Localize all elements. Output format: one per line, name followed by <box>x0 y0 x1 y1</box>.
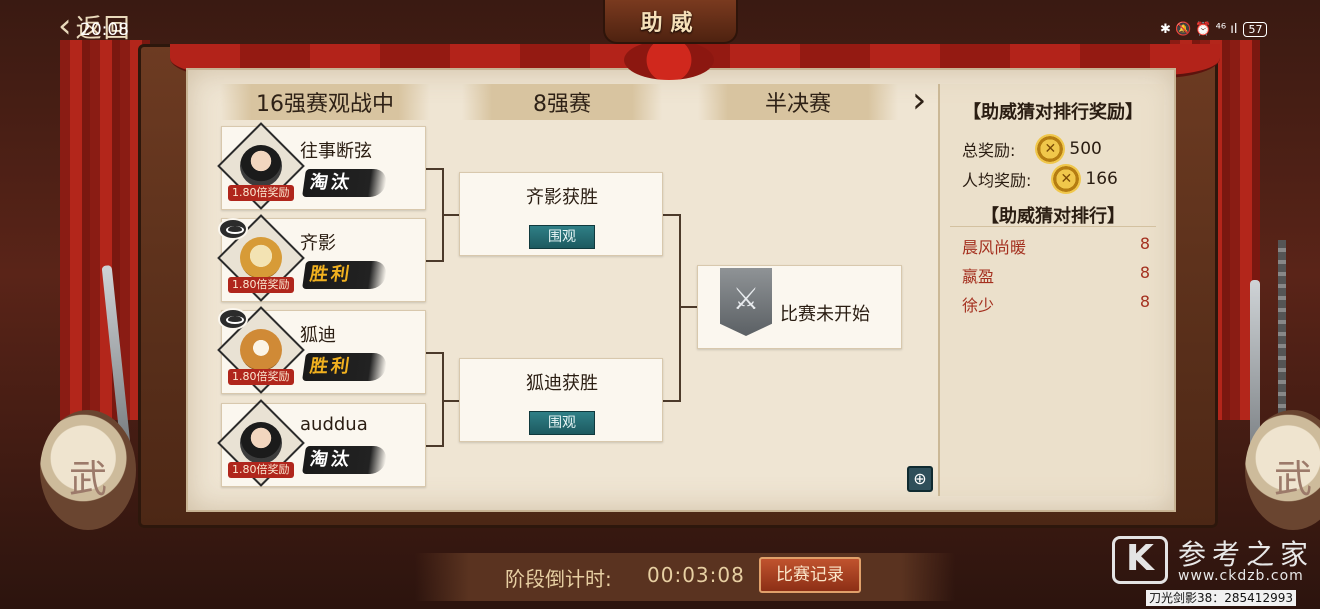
eliminated-stamp: 淘汰 <box>302 169 388 197</box>
ranking-name: 徐少 <box>962 296 995 315</box>
ranking-name: 嬴盈 <box>962 267 995 286</box>
watermark-url: www.ckdzb.com <box>1178 568 1304 584</box>
reward-multiplier-badge: 1.80倍奖励 <box>228 277 294 293</box>
avg-reward-label: 人均奖励: <box>962 171 1032 190</box>
watch-button[interactable]: 围观 <box>529 225 595 249</box>
player-card[interactable]: 1.80倍奖励 狐迪 胜利 <box>217 306 426 394</box>
zoom-in-icon[interactable]: ⊕ <box>907 466 933 492</box>
crossed-swords-icon: ⚔ <box>720 268 772 336</box>
cheer-badge-icon <box>218 308 248 330</box>
silk-flower-decoration <box>624 40 714 80</box>
drum-left: 武 <box>40 410 136 530</box>
victory-stamp: 胜利 <box>302 261 388 289</box>
status-icons: ✱ 🔕 ⏰ ⁴⁶ ıl 57 <box>1160 22 1268 37</box>
chevron-left-icon: ‹ <box>58 6 72 46</box>
match-card: 狐迪获胜 围观 <box>459 358 663 442</box>
bracket-line <box>442 400 460 402</box>
watermark-caption: 刀光剑影38：285412993 <box>1146 590 1296 606</box>
player-card[interactable]: 1.80倍奖励 往事断弦 淘汰 <box>217 122 426 210</box>
reward-multiplier-badge: 1.80倍奖励 <box>228 369 294 385</box>
match-result: 齐影获胜 <box>526 187 598 208</box>
countdown-timer: 00:03:08 <box>647 563 745 587</box>
reward-panel: 【助威猜对排行奖励】 总奖励: ✕ 500 人均奖励: ✕ 166 【助威猜对排… <box>938 84 1164 496</box>
match-card: 齐影获胜 围观 <box>459 172 663 256</box>
watch-button[interactable]: 围观 <box>529 411 595 435</box>
halberd-decoration <box>1278 240 1286 430</box>
round-header-16[interactable]: 16强赛观战中 <box>220 84 430 120</box>
divider <box>950 226 1156 227</box>
curtain-left <box>60 40 150 420</box>
ranking-name: 晨风尚暖 <box>962 238 1027 257</box>
ranking-score: 8 <box>1139 292 1150 311</box>
bracket-line <box>442 214 460 216</box>
ranking-row: 嬴盈 8 <box>962 263 1150 287</box>
ranking-score: 8 <box>1139 234 1150 253</box>
watermark-title: 参考之家 <box>1178 538 1315 571</box>
bracket-line <box>679 214 681 402</box>
bracket-line <box>679 306 697 308</box>
drum-glyph: 武 <box>1273 457 1312 501</box>
watermark-logo: K <box>1112 536 1168 584</box>
ranking-row: 徐少 8 <box>962 292 1150 316</box>
player-name: 往事断弦 <box>300 141 372 162</box>
reward-multiplier-badge: 1.80倍奖励 <box>228 185 294 201</box>
ranking-row: 晨风尚暖 8 <box>962 234 1150 258</box>
chevron-right-icon[interactable]: › <box>912 80 926 121</box>
avg-reward-value: 166 <box>1085 169 1118 189</box>
round-header-8[interactable]: 8强赛 <box>462 84 662 120</box>
semifinal-card: ⚔ 比赛未开始 <box>697 265 902 349</box>
drum-glyph: 武 <box>68 457 107 501</box>
match-record-button[interactable]: 比赛记录 <box>759 557 861 593</box>
page-title: 助威 <box>640 10 701 36</box>
victory-stamp: 胜利 <box>302 353 388 381</box>
signal-icons: ✱ 🔕 ⏰ ⁴⁶ ıl <box>1160 22 1238 37</box>
round-header-semifinal[interactable]: 半决赛 <box>698 84 898 120</box>
player-card[interactable]: 1.80倍奖励 齐影 胜利 <box>217 214 426 302</box>
player-card[interactable]: 1.80倍奖励 auddua 淘汰 <box>217 399 426 487</box>
match-result: 狐迪获胜 <box>526 373 598 394</box>
reward-multiplier-badge: 1.80倍奖励 <box>228 462 294 478</box>
total-reward-value: 500 <box>1069 139 1102 159</box>
ranking-score: 8 <box>1139 263 1150 282</box>
ranking-heading: 【助威猜对排行】 <box>981 206 1125 227</box>
cheer-badge-icon <box>218 218 248 240</box>
title-plaque: 助威 <box>603 0 738 44</box>
total-reward-row: 总奖励: ✕ 500 <box>962 134 1102 164</box>
player-name: auddua <box>300 414 368 435</box>
avg-reward-row: 人均奖励: ✕ 166 <box>962 164 1118 194</box>
countdown-label: 阶段倒计时: <box>505 567 612 591</box>
status-clock: 20:08 <box>80 20 129 40</box>
player-name: 狐迪 <box>300 325 336 346</box>
player-name: 齐影 <box>300 233 336 254</box>
eliminated-stamp: 淘汰 <box>302 446 388 474</box>
coin-icon: ✕ <box>1035 134 1066 164</box>
total-reward-label: 总奖励: <box>962 141 1016 160</box>
semifinal-status: 比赛未开始 <box>780 304 870 325</box>
battery-icon: 57 <box>1243 22 1268 37</box>
coin-icon: ✕ <box>1051 164 1082 194</box>
reward-heading: 【助威猜对排行奖励】 <box>963 102 1143 123</box>
